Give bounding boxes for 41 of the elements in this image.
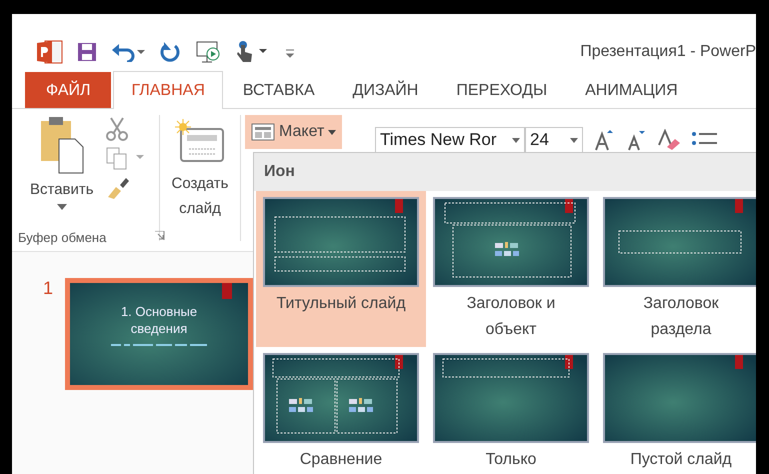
layout-option[interactable]: Заголовок раздела — [596, 191, 756, 347]
new-slide-icon[interactable] — [175, 119, 225, 165]
cut-scissors-icon[interactable] — [106, 117, 128, 141]
layout-option[interactable]: Сравнение — [256, 347, 426, 474]
theme-name: Ион — [264, 163, 295, 181]
group-label: Буфер обмена — [18, 230, 106, 245]
redo-icon[interactable] — [159, 41, 181, 63]
paste-clipboard-icon[interactable] — [38, 115, 85, 175]
file-tab[interactable]: ФАЙЛ — [25, 72, 112, 108]
new-slide-label[interactable]: Создать слайд — [160, 171, 240, 221]
slide-thumbnail[interactable]: 1. Основные сведения — [65, 278, 254, 390]
slideshow-icon[interactable] — [195, 40, 221, 64]
clear-format-icon[interactable] — [657, 129, 681, 151]
dialog-launcher-icon[interactable] — [155, 231, 165, 241]
format-brush-icon[interactable] — [106, 177, 130, 199]
grow-font-icon[interactable] — [593, 129, 615, 151]
ribbon-tab[interactable]: ГЛАВНАЯ — [113, 71, 223, 109]
caret-icon — [328, 130, 336, 134]
touch-mode-icon[interactable] — [235, 40, 269, 64]
dropdown-arrow-icon[interactable] — [512, 138, 520, 142]
undo-icon[interactable] — [111, 42, 145, 62]
slide-number: 1 — [43, 278, 54, 300]
app-logo-icon[interactable] — [37, 40, 63, 64]
layout-option[interactable]: Пустой слайд — [596, 347, 756, 474]
ribbon-tab[interactable]: ПЕРЕХОДЫ — [438, 72, 566, 108]
ribbon-tab[interactable]: ДИЗАЙН — [334, 72, 436, 108]
window-title: Презентация1 - PowerP — [580, 43, 756, 61]
layout-option[interactable]: Титульный слайд — [256, 191, 426, 347]
layout-option[interactable]: Только — [426, 347, 596, 474]
save-icon[interactable] — [77, 42, 97, 62]
dropdown-arrow-icon[interactable] — [570, 138, 578, 142]
ribbon-tab[interactable]: АНИМАЦИЯ — [567, 72, 696, 108]
bookmark-ribbon-icon — [222, 283, 232, 299]
layout-option[interactable]: Заголовок и объект — [426, 191, 596, 347]
layout-icon — [251, 123, 275, 141]
dropdown-arrow-icon[interactable] — [56, 204, 67, 210]
layout-button[interactable]: Макет — [245, 115, 342, 149]
ribbon-tab[interactable]: ВСТАВКА — [224, 72, 333, 108]
paste-label[interactable]: Вставить — [30, 181, 94, 198]
slide-title: 1. Основные сведения — [120, 303, 198, 337]
shrink-font-icon[interactable] — [625, 129, 647, 151]
